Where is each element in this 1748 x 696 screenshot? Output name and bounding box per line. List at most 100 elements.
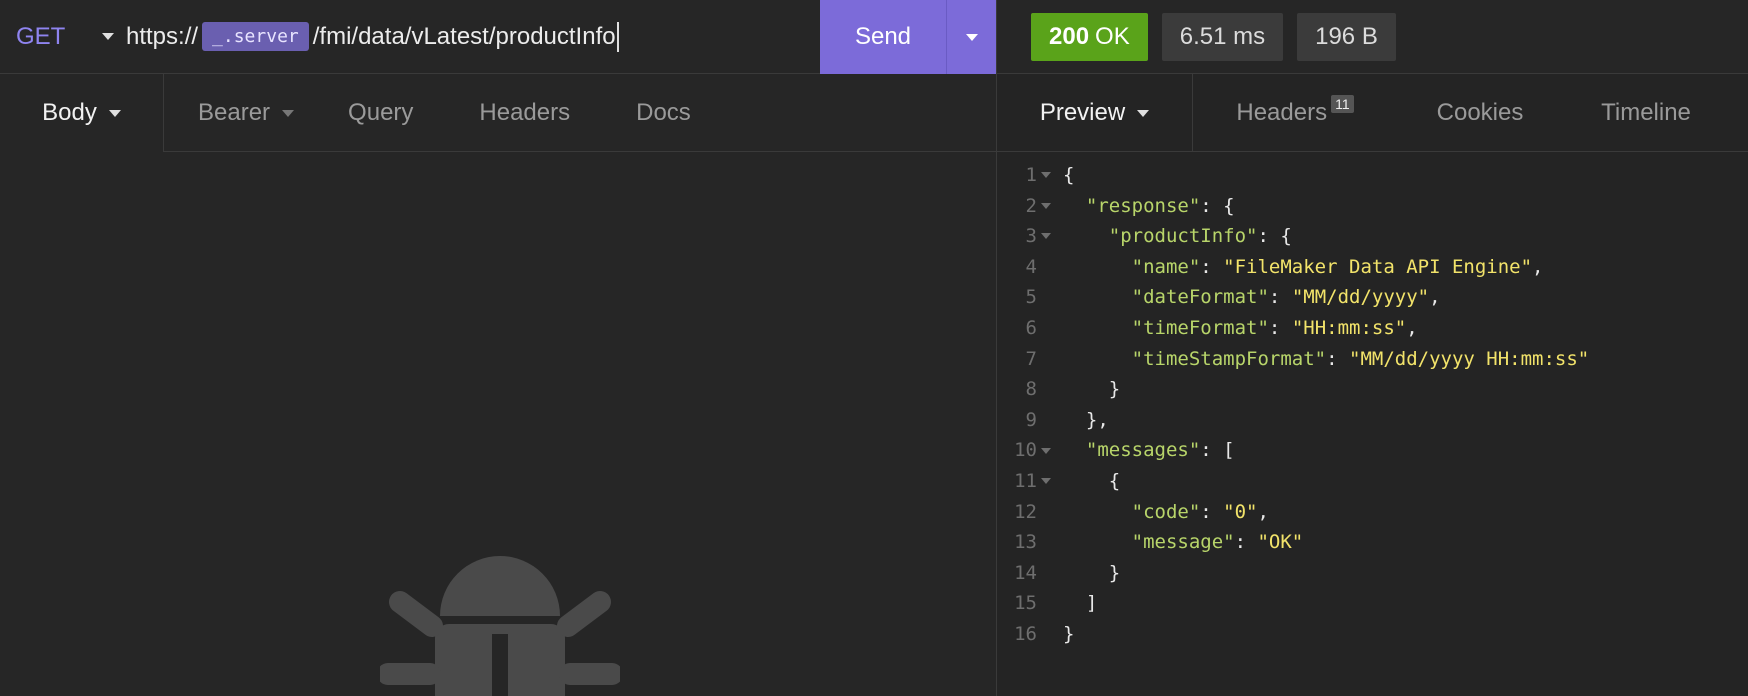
fold-arrow-icon [1041,233,1051,240]
fold-arrow-icon [1041,478,1051,485]
tab-auth[interactable]: Bearer [198,74,295,152]
response-status-bar: 200 OK 6.51 ms 196 B [996,0,1748,74]
fold-toggle[interactable] [1037,466,1063,497]
chevron-down-icon[interactable] [102,33,114,40]
json-punctuation: : [1268,286,1292,309]
line-number: 16 [1014,622,1037,645]
send-button[interactable]: Send [820,0,946,74]
line-number: 3 [1025,225,1037,248]
tab-label: Body [42,99,97,126]
json-key: "messages" [1085,439,1201,462]
status-code: 200 [1049,22,1090,50]
tab-response-headers[interactable]: Headers 11 [1193,74,1397,152]
code-line: 11 { [997,466,1748,497]
code-line: 15 ] [997,588,1748,619]
json-string-value: "MM/dd/yyyy HH:mm:ss" [1349,347,1590,370]
line-number: 15 [1014,592,1037,615]
tab-label: Cookies [1436,99,1524,126]
line-number: 14 [1014,561,1037,584]
fold-toggle[interactable] [1037,221,1063,252]
response-size: 196 B [1297,12,1396,61]
fold-gutter [1037,619,1063,650]
fold-gutter [1037,344,1063,375]
json-key: "timeStampFormat" [1131,347,1327,370]
code-line: 1{ [997,160,1748,191]
code-line: 7 "timeStampFormat": "MM/dd/yyyy HH:mm:s… [997,344,1748,375]
bug-icon [380,556,620,696]
fold-toggle[interactable] [1037,435,1063,466]
url-bar: GET https:// _.server /fmi/data/vLatest/… [0,0,996,74]
fold-arrow-icon [1041,172,1051,179]
json-key: "code" [1131,500,1201,523]
json-punctuation: } [1063,622,1075,645]
tab-label: Bearer [198,99,271,126]
json-key: "productInfo" [1108,225,1258,248]
tab-query[interactable]: Query [348,74,413,152]
json-key: "response" [1085,194,1201,217]
json-key: "timeFormat" [1131,316,1269,339]
json-punctuation: , [1532,255,1544,278]
url-path: /fmi/data/vLatest/productInfo [312,22,616,50]
status-badge: 200 OK [1031,12,1148,61]
line-number: 2 [1025,194,1037,217]
line-number: 6 [1025,316,1037,339]
tab-label: Preview [1039,99,1126,126]
response-tabs: Preview Headers 11 Cookies Timeline [997,74,1748,152]
code-line: 4 "name": "FileMaker Data API Engine", [997,252,1748,283]
line-number: 10 [1014,439,1037,462]
json-punctuation: : { [1200,194,1235,217]
json-punctuation: { [1063,164,1075,186]
env-variable-tag[interactable]: _.server [202,22,309,51]
tab-cookies[interactable]: Cookies [1397,74,1563,152]
code-line: 10 "messages": [ [997,435,1748,466]
code-line: 5 "dateFormat": "MM/dd/yyyy", [997,282,1748,313]
fold-gutter [1037,558,1063,589]
tab-headers[interactable]: Headers [479,74,570,152]
json-punctuation: : [1200,500,1224,523]
tab-docs[interactable]: Docs [636,74,691,152]
method-selector[interactable]: GET [16,23,92,51]
json-string-value: "FileMaker Data API Engine" [1223,255,1533,278]
json-string-value: "MM/dd/yyyy" [1291,286,1430,309]
tab-label: Query [348,99,414,126]
request-tabs: Body Bearer Query Headers Docs [0,74,996,152]
send-options-button[interactable] [946,0,996,74]
json-punctuation: : [1234,531,1258,554]
fold-gutter [1037,313,1063,344]
tab-body[interactable]: Body [0,74,164,152]
code-line: 8 } [997,374,1748,405]
headers-count-badge: 11 [1331,95,1354,113]
fold-toggle[interactable] [1037,191,1063,222]
json-punctuation: , [1429,286,1441,309]
json-punctuation: : [1326,347,1349,370]
json-punctuation: }, [1063,408,1109,431]
line-number: 11 [1014,469,1037,492]
tab-label: Headers [1236,99,1328,126]
code-line: 2 "response": { [997,191,1748,222]
text-cursor [616,21,619,52]
response-time: 6.51 ms [1161,12,1284,61]
request-panel: Body Bearer Query Headers Docs [0,74,996,696]
fold-gutter [1037,282,1063,313]
json-punctuation: } [1063,561,1121,584]
top-bar: GET https:// _.server /fmi/data/vLatest/… [0,0,1748,74]
line-number: 12 [1014,500,1037,523]
fold-toggle[interactable] [1037,160,1063,191]
json-punctuation: : [1200,255,1224,278]
status-text: OK [1095,22,1130,50]
fold-gutter [1037,497,1063,528]
json-punctuation: } [1063,378,1121,401]
tab-timeline[interactable]: Timeline [1563,74,1729,152]
tab-preview[interactable]: Preview [997,74,1193,152]
json-string-value: "OK" [1257,531,1304,554]
json-key: "message" [1131,531,1235,554]
url-input[interactable]: https:// _.server /fmi/data/vLatest/prod… [126,21,619,52]
json-viewer[interactable]: 1{2 "response": {3 "productInfo": {4 "na… [997,160,1748,650]
line-number: 9 [1025,408,1037,431]
